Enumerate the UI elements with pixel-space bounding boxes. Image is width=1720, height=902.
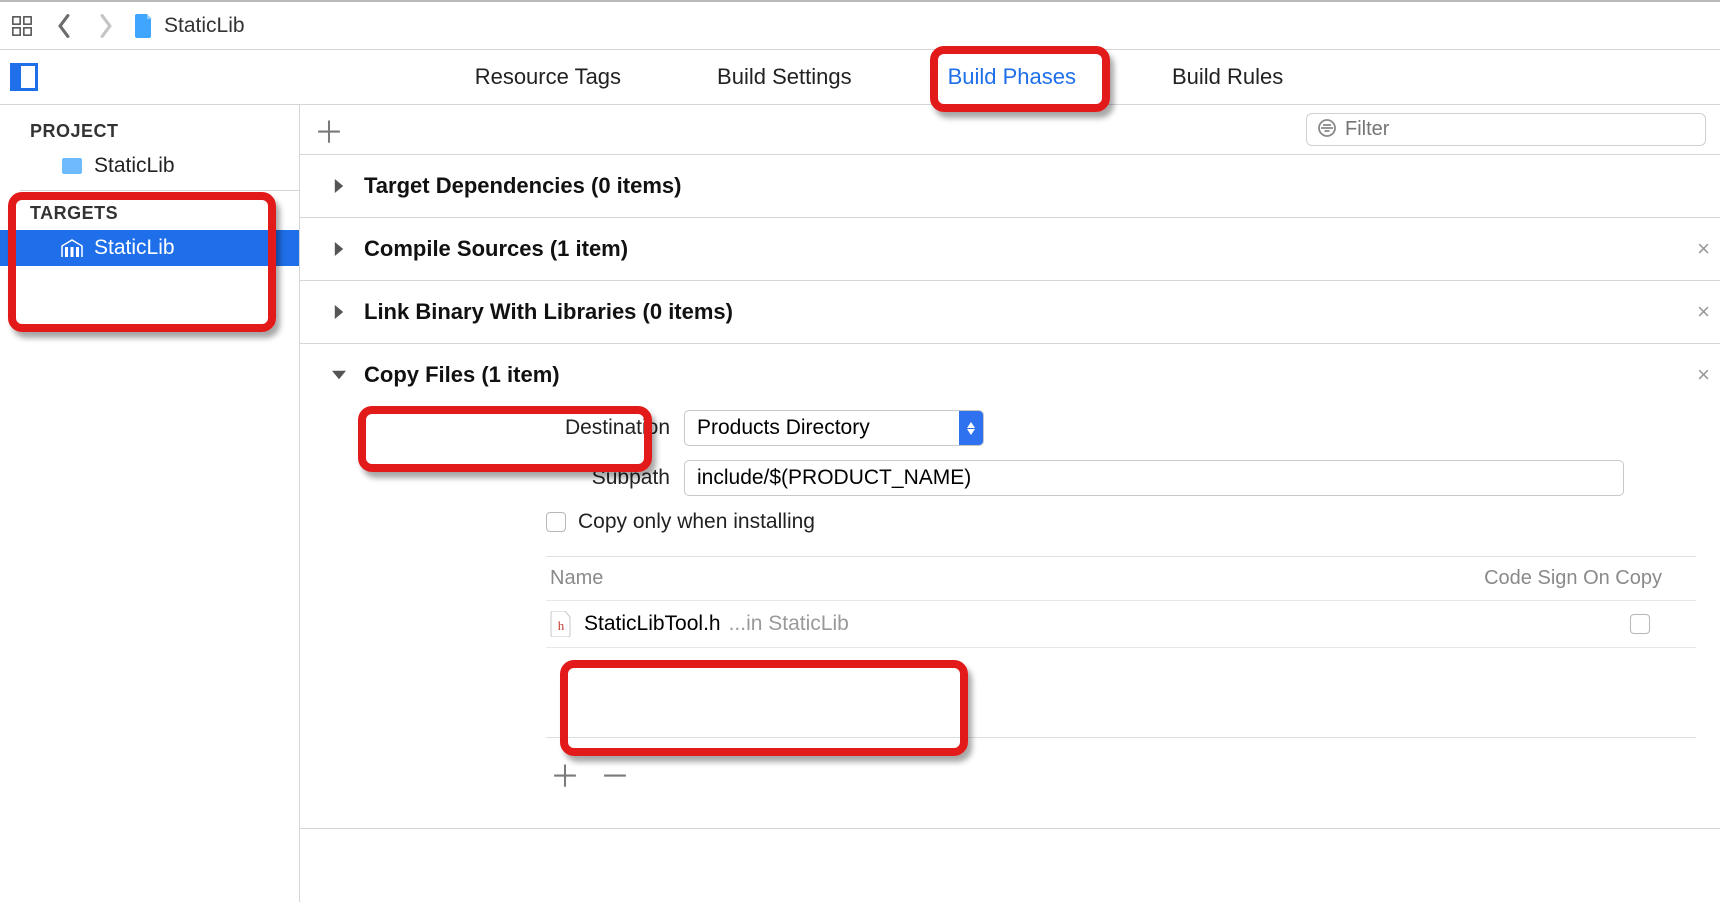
sidebar-divider — [20, 190, 299, 191]
filter-input[interactable] — [1345, 118, 1695, 141]
tab-resource-tags[interactable]: Resource Tags — [467, 54, 629, 100]
add-phase-button[interactable]: ＋ — [314, 108, 344, 152]
related-items-icon[interactable] — [8, 12, 36, 40]
remove-phase-button[interactable]: × — [1697, 299, 1710, 325]
tab-build-rules[interactable]: Build Rules — [1164, 54, 1291, 100]
add-file-button[interactable]: ＋ — [550, 752, 580, 796]
sidebar-item-project[interactable]: StaticLib — [0, 148, 299, 184]
editor-tabs: Resource Tags Build Settings Build Phase… — [38, 54, 1720, 100]
phase-link-binary: Link Binary With Libraries (0 items) × — [300, 281, 1720, 344]
sidebar-item-label: StaticLib — [94, 154, 175, 178]
sidebar-heading-project: PROJECT — [0, 115, 299, 148]
remove-file-button[interactable]: － — [600, 752, 630, 796]
destination-value: Products Directory — [697, 416, 870, 440]
sidebar-heading-targets: TARGETS — [0, 197, 299, 230]
table-empty-area — [546, 648, 1696, 738]
nav-forward-button[interactable] — [92, 12, 120, 40]
file-name-label: StaticLibTool.h — [584, 612, 721, 636]
disclosure-right-icon[interactable] — [330, 240, 348, 258]
table-col-codesign: Code Sign On Copy — [1472, 567, 1692, 590]
breadcrumb-toolbar: StaticLib — [0, 0, 1720, 50]
svg-text:h: h — [558, 618, 565, 633]
phase-copy-files: Copy Files (1 item) × Destination Produc… — [300, 344, 1720, 829]
file-location-label: ...in StaticLib — [729, 612, 849, 636]
phase-target-dependencies: Target Dependencies (0 items) — [300, 155, 1720, 218]
phase-title: Target Dependencies (0 items) — [364, 173, 681, 199]
copy-files-body: Destination Products Directory Subpath — [330, 388, 1696, 810]
build-phases-content: ＋ Target Dependencies (0 items) — [300, 105, 1720, 902]
sidebar-item-target[interactable]: StaticLib — [0, 230, 299, 266]
copy-files-table: Name Code Sign On Copy h StaticLibTool.h… — [546, 556, 1696, 810]
phase-title: Link Binary With Libraries (0 items) — [364, 299, 733, 325]
phases-filter[interactable] — [1306, 113, 1706, 146]
remove-phase-button[interactable]: × — [1697, 362, 1710, 388]
xcode-project-file-icon — [134, 14, 154, 38]
destination-select[interactable]: Products Directory — [684, 410, 984, 446]
phase-title: Copy Files (1 item) — [364, 362, 560, 388]
header-file-icon: h — [550, 611, 572, 637]
breadcrumb-file-label: StaticLib — [164, 14, 245, 38]
disclosure-right-icon[interactable] — [330, 303, 348, 321]
subpath-label: Subpath — [530, 466, 670, 490]
disclosure-right-icon[interactable] — [330, 177, 348, 195]
phase-title: Compile Sources (1 item) — [364, 236, 628, 262]
disclosure-down-icon[interactable] — [330, 366, 348, 384]
sidebar-item-label: StaticLib — [94, 236, 175, 260]
library-target-icon — [60, 236, 84, 260]
copy-only-label: Copy only when installing — [578, 510, 815, 534]
select-arrows-icon — [959, 410, 983, 446]
sidebar-toggle-icon[interactable] — [10, 63, 38, 91]
codesign-checkbox[interactable] — [1630, 614, 1650, 634]
tab-build-phases[interactable]: Build Phases — [940, 54, 1084, 100]
editor-tab-bar: Resource Tags Build Settings Build Phase… — [0, 50, 1720, 105]
filter-icon — [1317, 118, 1337, 141]
destination-label: Destination — [530, 416, 670, 440]
table-col-name: Name — [550, 567, 1472, 590]
copy-only-checkbox[interactable] — [546, 512, 566, 532]
phases-actions-row: ＋ — [300, 105, 1720, 155]
subpath-input[interactable] — [684, 460, 1624, 496]
tab-build-settings[interactable]: Build Settings — [709, 54, 860, 100]
remove-phase-button[interactable]: × — [1697, 236, 1710, 262]
phase-compile-sources: Compile Sources (1 item) × — [300, 218, 1720, 281]
xcode-project-icon — [60, 154, 84, 178]
table-row[interactable]: h StaticLibTool.h ...in StaticLib — [546, 600, 1696, 648]
project-targets-sidebar: PROJECT StaticLib TARGETS StaticLib — [0, 105, 300, 902]
nav-back-button[interactable] — [50, 12, 78, 40]
breadcrumb[interactable]: StaticLib — [134, 14, 245, 38]
